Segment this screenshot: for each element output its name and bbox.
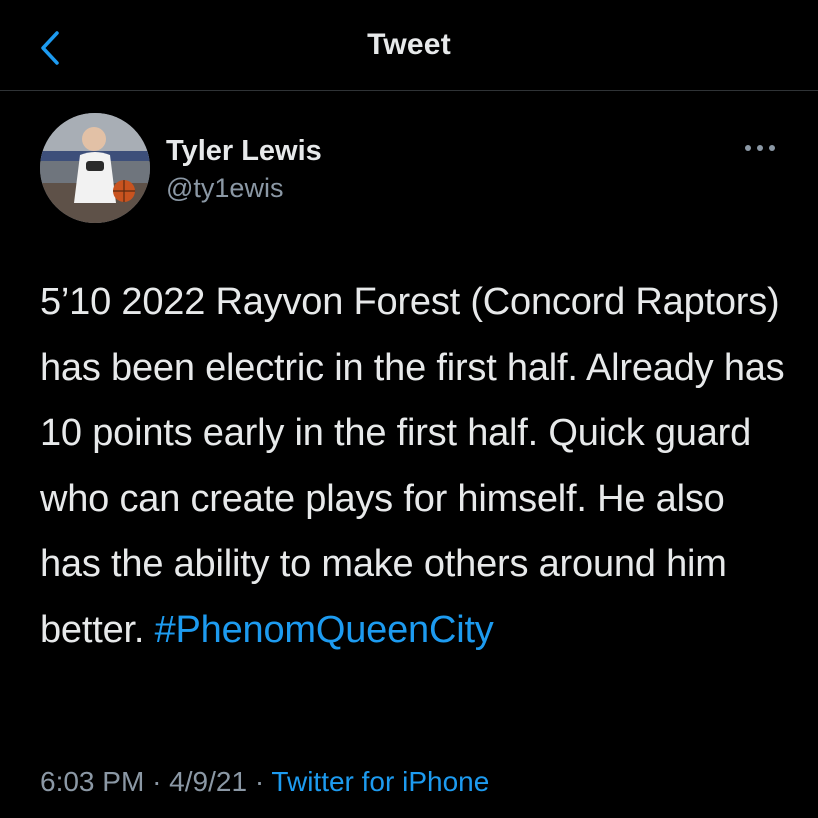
avatar-image xyxy=(40,113,150,223)
author-name[interactable]: Tyler Lewis xyxy=(166,135,322,168)
meta-separator: · xyxy=(254,766,265,797)
navigation-bar: Tweet xyxy=(0,0,818,91)
author-handle[interactable]: @ty1ewis xyxy=(166,173,283,204)
tweet-date: 4/9/21 xyxy=(169,766,248,797)
tweet-author: Tyler Lewis @ty1ewis xyxy=(40,113,800,223)
hashtag-link[interactable]: #PhenomQueenCity xyxy=(155,609,494,651)
tweet-time: 6:03 PM xyxy=(40,766,145,797)
more-options-button[interactable] xyxy=(740,133,780,163)
tweet-source-link[interactable]: Twitter for iPhone xyxy=(271,766,489,797)
tweet-text: 5’10 2022 Rayvon Forest (Concord Raptors… xyxy=(40,270,790,663)
page-title: Tweet xyxy=(367,28,451,61)
avatar[interactable] xyxy=(40,113,150,223)
meta-separator: · xyxy=(152,766,162,797)
tweet-body: 5’10 2022 Rayvon Forest (Concord Raptors… xyxy=(40,281,785,651)
more-horizontal-icon xyxy=(745,145,775,151)
tweet-meta: 6:03 PM · 4/9/21 · Twitter for iPhone xyxy=(40,766,489,798)
